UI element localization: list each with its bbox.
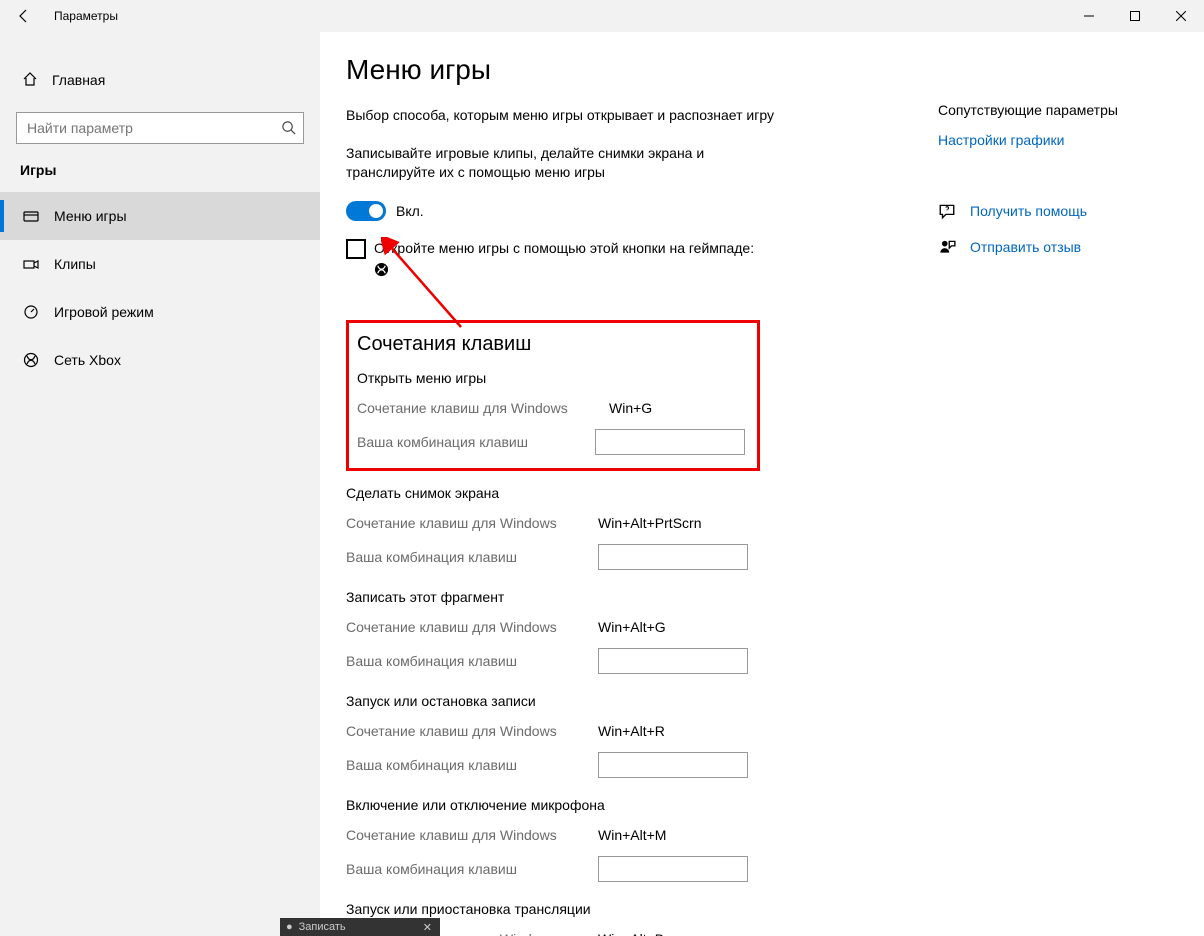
search-input[interactable] (16, 112, 304, 144)
shortcut-custom-label: Ваша комбинация клавиш (357, 434, 595, 450)
search-icon (281, 120, 296, 140)
right-rail: Сопутствующие параметры Настройки график… (938, 102, 1168, 274)
shortcut-custom-input[interactable] (598, 648, 748, 674)
close-button[interactable] (1158, 0, 1204, 32)
xbox-button-icon (374, 262, 389, 282)
related-settings-heading: Сопутствующие параметры (938, 102, 1168, 118)
shortcut-windows-value: Win+Alt+M (598, 827, 666, 843)
shortcut-title: Запуск или остановка записи (346, 693, 760, 709)
sidebar-item-label: Меню игры (54, 208, 127, 224)
sidebar-item-game-mode[interactable]: Игровой режим (0, 288, 320, 336)
settings-window: Параметры Главная Игры Меню игры Клипы И… (0, 0, 1204, 936)
recording-toggle-row: Вкл. (346, 201, 904, 221)
toggle-label: Вкл. (396, 203, 424, 219)
record-dot-icon: ● (286, 921, 293, 933)
gamebar-icon (22, 208, 40, 224)
search-wrap (16, 112, 304, 144)
sidebar-item-label: Игровой режим (54, 304, 154, 320)
shortcuts-rest: Сделать снимок экрана Сочетание клавиш д… (346, 485, 760, 936)
sidebar-home[interactable]: Главная (0, 60, 320, 100)
feedback-link: Отправить отзыв (970, 239, 1081, 255)
gauge-icon (22, 304, 40, 320)
close-overlay-icon[interactable]: ✕ (423, 921, 440, 934)
help-icon (938, 202, 956, 220)
shortcut-custom-label: Ваша комбинация клавиш (346, 757, 598, 773)
shortcut-title: Сделать снимок экрана (346, 485, 760, 501)
get-help-row[interactable]: Получить помощь (938, 202, 1168, 220)
shortcut-windows-label: Сочетание клавиш для Windows (346, 515, 598, 531)
shortcut-group-start-stop-record: Запуск или остановка записи Сочетание кл… (346, 693, 760, 779)
shortcut-title: Запуск или приостановка трансляции (346, 901, 760, 917)
feedback-row[interactable]: Отправить отзыв (938, 238, 1168, 256)
shortcut-windows-label: Сочетание клавиш для Windows (346, 619, 598, 635)
shortcut-title: Включение или отключение микрофона (346, 797, 760, 813)
shortcut-windows-value: Win+G (609, 400, 652, 416)
sidebar-item-game-bar[interactable]: Меню игры (0, 192, 320, 240)
back-button[interactable] (0, 0, 48, 32)
shortcut-windows-value: Win+Alt+PrtScrn (598, 515, 701, 531)
gamepad-checkbox[interactable] (346, 239, 366, 259)
shortcut-windows-value: Win+Alt+G (598, 619, 666, 635)
minimize-button[interactable] (1066, 0, 1112, 32)
get-help-link: Получить помощь (970, 203, 1087, 219)
captures-icon (22, 256, 40, 272)
page-desc-1: Выбор способа, которым меню игры открыва… (346, 106, 786, 126)
shortcut-title: Записать этот фрагмент (346, 589, 760, 605)
record-overlay-label: Записать (299, 921, 346, 933)
shortcut-custom-input[interactable] (598, 856, 748, 882)
window-controls (1066, 0, 1204, 32)
shortcuts-heading: Сочетания клавиш (357, 333, 745, 356)
shortcut-group-record-that: Записать этот фрагмент Сочетание клавиш … (346, 589, 760, 675)
sidebar-home-label: Главная (52, 72, 105, 88)
shortcuts-highlight-box: Сочетания клавиш Открыть меню игры Сочет… (346, 320, 760, 471)
shortcut-custom-input[interactable] (595, 429, 745, 455)
shortcut-windows-label: Сочетание клавиш для Windows (357, 400, 609, 416)
sidebar-item-captures[interactable]: Клипы (0, 240, 320, 288)
page-title: Меню игры (346, 54, 904, 86)
shortcut-group-mic-toggle: Включение или отключение микрофона Сочет… (346, 797, 760, 883)
titlebar: Параметры (0, 0, 1204, 32)
sidebar-item-xbox-network[interactable]: Сеть Xbox (0, 336, 320, 384)
recording-toggle[interactable] (346, 201, 386, 221)
window-title: Параметры (54, 9, 118, 23)
shortcut-windows-value: Win+Alt+R (598, 723, 665, 739)
main: Меню игры Выбор способа, которым меню иг… (320, 32, 1204, 936)
shortcut-custom-label: Ваша комбинация клавиш (346, 861, 598, 877)
page-desc-2: Записывайте игровые клипы, делайте снимк… (346, 144, 786, 183)
maximize-button[interactable] (1112, 0, 1158, 32)
gamepad-checkbox-textwrap: Откройте меню игры с помощью этой кнопки… (374, 239, 754, 283)
gamepad-checkbox-row: Откройте меню игры с помощью этой кнопки… (346, 239, 806, 283)
record-overlay-strip[interactable]: ● Записать ✕ (280, 918, 440, 936)
shortcut-title: Открыть меню игры (357, 370, 745, 386)
sidebar-category: Игры (20, 162, 320, 178)
shortcut-windows-value: Win+Alt+B (598, 931, 664, 936)
shortcut-custom-label: Ваша комбинация клавиш (346, 653, 598, 669)
shortcut-custom-input[interactable] (598, 544, 748, 570)
home-icon (22, 71, 38, 90)
shortcut-windows-label: Сочетание клавиш для Windows (346, 723, 598, 739)
gamepad-checkbox-label: Откройте меню игры с помощью этой кнопки… (374, 240, 754, 256)
shortcut-windows-label: Сочетание клавиш для Windows (346, 827, 598, 843)
shortcut-group-open-gamebar: Открыть меню игры Сочетание клавиш для W… (357, 370, 745, 456)
shortcut-custom-input[interactable] (598, 752, 748, 778)
graphics-settings-link[interactable]: Настройки графики (938, 132, 1168, 148)
xbox-icon (22, 352, 40, 368)
shortcut-group-screenshot: Сделать снимок экрана Сочетание клавиш д… (346, 485, 760, 571)
shortcut-custom-label: Ваша комбинация клавиш (346, 549, 598, 565)
sidebar-item-label: Клипы (54, 256, 96, 272)
sidebar-item-label: Сеть Xbox (54, 352, 121, 368)
sidebar: Главная Игры Меню игры Клипы Игровой реж… (0, 32, 320, 936)
feedback-icon (938, 238, 956, 256)
